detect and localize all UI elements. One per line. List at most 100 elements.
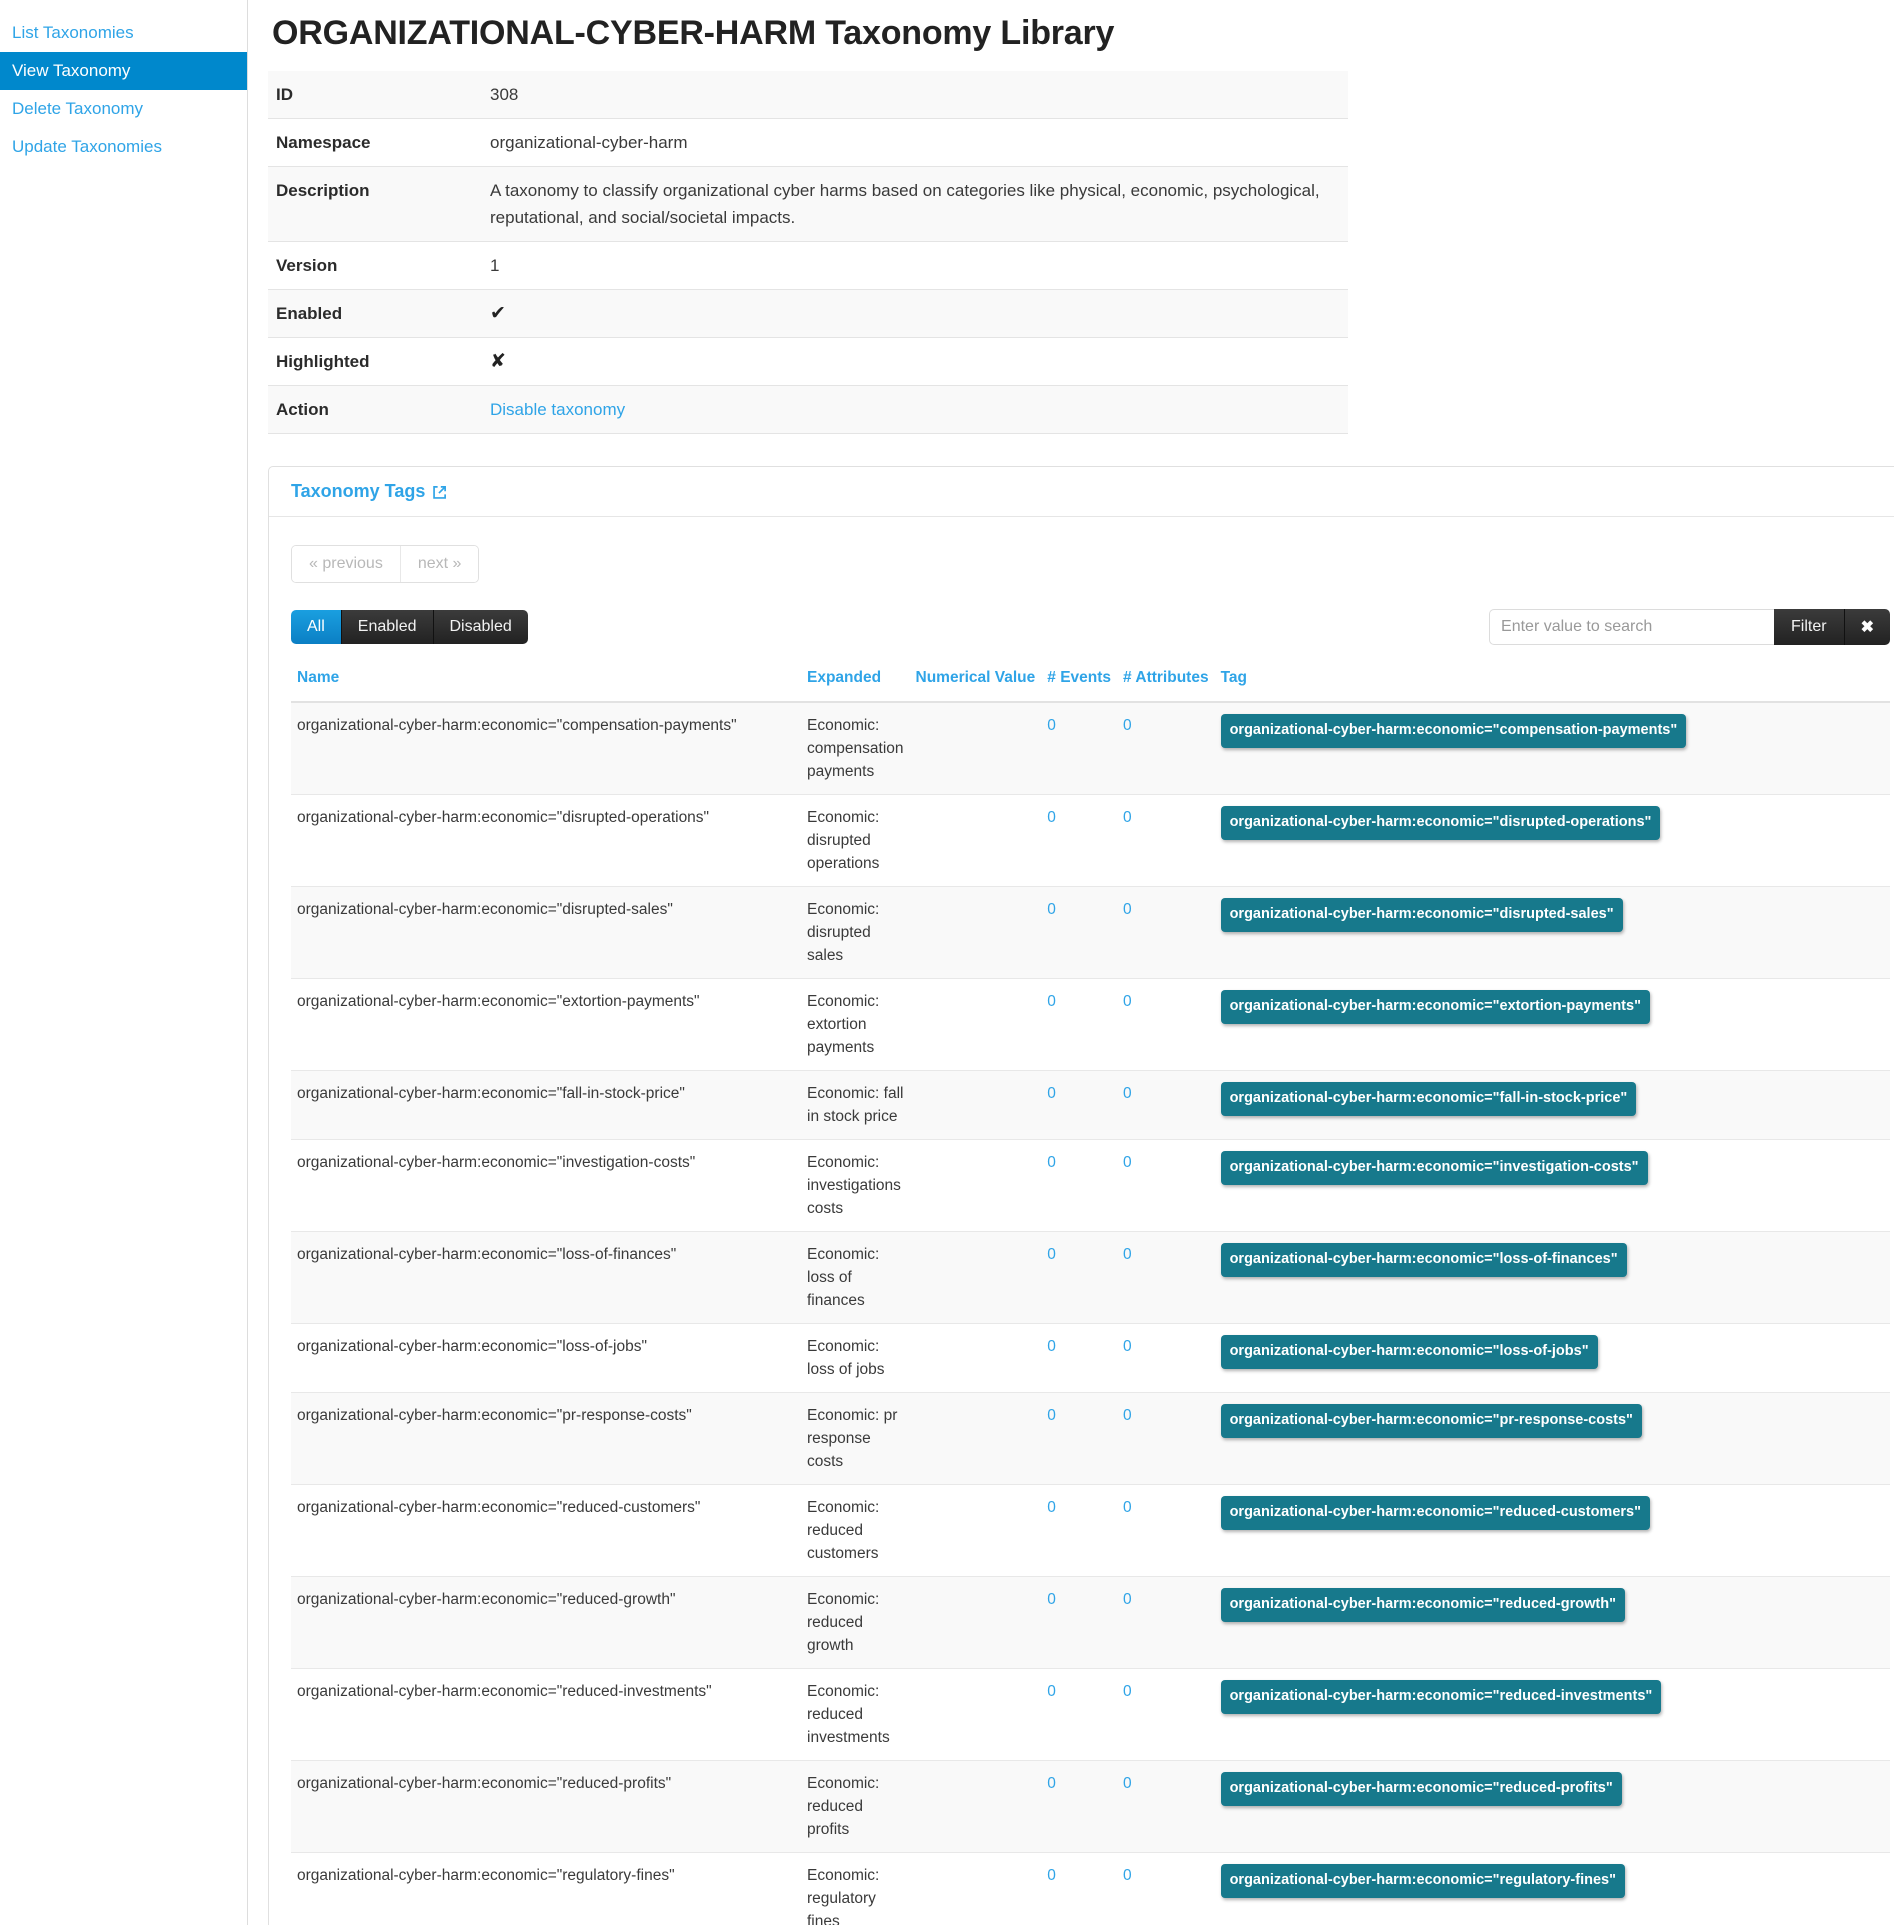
cell-name: organizational-cyber-harm:economic="loss… bbox=[291, 1232, 801, 1324]
tag-badge[interactable]: organizational-cyber-harm:economic="loss… bbox=[1221, 1335, 1598, 1369]
clear-filter-button[interactable]: ✖ bbox=[1845, 609, 1890, 645]
cell-numerical-value bbox=[910, 1577, 1042, 1669]
attributes-count-link[interactable]: 0 bbox=[1123, 1154, 1132, 1171]
tag-badge[interactable]: organizational-cyber-harm:economic="exto… bbox=[1221, 990, 1650, 1024]
events-count-link[interactable]: 0 bbox=[1047, 1775, 1056, 1792]
sidebar-item-list-taxonomies[interactable]: List Taxonomies bbox=[0, 14, 247, 52]
attributes-count-link[interactable]: 0 bbox=[1123, 1407, 1132, 1424]
column-header-name[interactable]: Name bbox=[291, 663, 801, 702]
tag-badge[interactable]: organizational-cyber-harm:economic="redu… bbox=[1221, 1772, 1622, 1806]
cell-numerical-value bbox=[910, 702, 1042, 795]
cell-attributes: 0 bbox=[1117, 979, 1215, 1071]
column-header-attributes[interactable]: # Attributes bbox=[1117, 663, 1215, 702]
cell-tag: organizational-cyber-harm:economic="loss… bbox=[1215, 1232, 1890, 1324]
attributes-count-link[interactable]: 0 bbox=[1123, 1591, 1132, 1608]
events-count-link[interactable]: 0 bbox=[1047, 1246, 1056, 1263]
attributes-count-link[interactable]: 0 bbox=[1123, 1499, 1132, 1516]
cell-expanded: Economic: reduced customers bbox=[801, 1485, 910, 1577]
next-page-button[interactable]: next » bbox=[401, 546, 479, 582]
filter-button[interactable]: Filter bbox=[1774, 609, 1845, 645]
cell-tag: organizational-cyber-harm:economic="fall… bbox=[1215, 1071, 1890, 1140]
events-count-link[interactable]: 0 bbox=[1047, 809, 1056, 826]
attributes-count-link[interactable]: 0 bbox=[1123, 717, 1132, 734]
tag-badge[interactable]: organizational-cyber-harm:economic="loss… bbox=[1221, 1243, 1627, 1277]
events-count-link[interactable]: 0 bbox=[1047, 1154, 1056, 1171]
cell-events: 0 bbox=[1041, 1393, 1117, 1485]
cell-numerical-value bbox=[910, 1485, 1042, 1577]
pagination: « previous next » bbox=[291, 545, 479, 583]
info-row-value-cell: organizational-cyber-harm bbox=[482, 119, 1348, 167]
column-header-tag[interactable]: Tag bbox=[1215, 663, 1890, 702]
table-row: organizational-cyber-harm:economic="redu… bbox=[291, 1669, 1890, 1761]
cell-attributes: 0 bbox=[1117, 1393, 1215, 1485]
column-header-expanded[interactable]: Expanded bbox=[801, 663, 910, 702]
tag-badge[interactable]: organizational-cyber-harm:economic="comp… bbox=[1221, 714, 1687, 748]
table-row: organizational-cyber-harm:economic="comp… bbox=[291, 702, 1890, 795]
events-count-link[interactable]: 0 bbox=[1047, 1683, 1056, 1700]
events-count-link[interactable]: 0 bbox=[1047, 1338, 1056, 1355]
cell-name: organizational-cyber-harm:economic="disr… bbox=[291, 795, 801, 887]
filter-segment-enabled[interactable]: Enabled bbox=[342, 610, 434, 644]
cell-events: 0 bbox=[1041, 1853, 1117, 1925]
cell-attributes: 0 bbox=[1117, 887, 1215, 979]
info-row-value-cell: A taxonomy to classify organizational cy… bbox=[482, 167, 1348, 242]
attributes-count-link[interactable]: 0 bbox=[1123, 1775, 1132, 1792]
tag-badge[interactable]: organizational-cyber-harm:economic="redu… bbox=[1221, 1680, 1662, 1714]
tag-badge[interactable]: organizational-cyber-harm:economic="regu… bbox=[1221, 1864, 1625, 1898]
events-count-link[interactable]: 0 bbox=[1047, 1499, 1056, 1516]
column-header-events[interactable]: # Events bbox=[1041, 663, 1117, 702]
cell-attributes: 0 bbox=[1117, 1071, 1215, 1140]
cell-name: organizational-cyber-harm:economic="redu… bbox=[291, 1485, 801, 1577]
table-row: organizational-cyber-harm:economic="fall… bbox=[291, 1071, 1890, 1140]
attributes-count-link[interactable]: 0 bbox=[1123, 993, 1132, 1010]
attributes-count-link[interactable]: 0 bbox=[1123, 1867, 1132, 1884]
taxonomy-tags-panel: Taxonomy Tags « previous next » bbox=[268, 466, 1894, 1925]
cell-numerical-value bbox=[910, 1853, 1042, 1925]
tag-badge[interactable]: organizational-cyber-harm:economic="fall… bbox=[1221, 1082, 1637, 1116]
info-row-value-action[interactable]: Disable taxonomy bbox=[482, 386, 1348, 434]
events-count-link[interactable]: 0 bbox=[1047, 1407, 1056, 1424]
tag-badge[interactable]: organizational-cyber-harm:economic="redu… bbox=[1221, 1496, 1650, 1530]
tag-badge[interactable]: organizational-cyber-harm:economic="disr… bbox=[1221, 898, 1623, 932]
cell-tag: organizational-cyber-harm:economic="regu… bbox=[1215, 1853, 1890, 1925]
attributes-count-link[interactable]: 0 bbox=[1123, 901, 1132, 918]
sidebar-item-view-taxonomy[interactable]: View Taxonomy bbox=[0, 52, 247, 90]
events-count-link[interactable]: 0 bbox=[1047, 717, 1056, 734]
page-title: ORGANIZATIONAL-CYBER-HARM Taxonomy Libra… bbox=[272, 14, 1864, 53]
table-row: organizational-cyber-harm:economic="disr… bbox=[291, 887, 1890, 979]
sidebar-item-update-taxonomies[interactable]: Update Taxonomies bbox=[0, 128, 247, 166]
tag-badge[interactable]: organizational-cyber-harm:economic="inve… bbox=[1221, 1151, 1648, 1185]
cell-attributes: 0 bbox=[1117, 1232, 1215, 1324]
previous-page-button[interactable]: « previous bbox=[292, 546, 401, 582]
search-input[interactable] bbox=[1489, 609, 1774, 645]
table-row: organizational-cyber-harm:economic="exto… bbox=[291, 979, 1890, 1071]
cell-expanded: Economic: investigations costs bbox=[801, 1140, 910, 1232]
events-count-link[interactable]: 0 bbox=[1047, 1591, 1056, 1608]
attributes-count-link[interactable]: 0 bbox=[1123, 1338, 1132, 1355]
attributes-count-link[interactable]: 0 bbox=[1123, 1246, 1132, 1263]
cell-expanded: Economic: pr response costs bbox=[801, 1393, 910, 1485]
column-header-numerical-value[interactable]: Numerical Value bbox=[910, 663, 1042, 702]
sidebar-item-delete-taxonomy[interactable]: Delete Taxonomy bbox=[0, 90, 247, 128]
tag-badge[interactable]: organizational-cyber-harm:economic="disr… bbox=[1221, 806, 1661, 840]
events-count-link[interactable]: 0 bbox=[1047, 1085, 1056, 1102]
tag-badge[interactable]: organizational-cyber-harm:economic="pr-r… bbox=[1221, 1404, 1642, 1438]
info-row-key: ID bbox=[268, 71, 482, 119]
sidebar: List TaxonomiesView TaxonomyDelete Taxon… bbox=[0, 0, 248, 1925]
taxonomy-tags-link[interactable]: Taxonomy Tags bbox=[291, 481, 447, 502]
attributes-count-link[interactable]: 0 bbox=[1123, 809, 1132, 826]
filter-segment-disabled[interactable]: Disabled bbox=[434, 610, 528, 644]
attributes-count-link[interactable]: 0 bbox=[1123, 1683, 1132, 1700]
tag-badge[interactable]: organizational-cyber-harm:economic="redu… bbox=[1221, 1588, 1625, 1622]
cell-events: 0 bbox=[1041, 1324, 1117, 1393]
events-count-link[interactable]: 0 bbox=[1047, 901, 1056, 918]
cell-attributes: 0 bbox=[1117, 795, 1215, 887]
filter-segment-all[interactable]: All bbox=[291, 610, 342, 644]
attributes-count-link[interactable]: 0 bbox=[1123, 1085, 1132, 1102]
events-count-link[interactable]: 0 bbox=[1047, 1867, 1056, 1884]
cell-tag: organizational-cyber-harm:economic="exto… bbox=[1215, 979, 1890, 1071]
cell-tag: organizational-cyber-harm:economic="pr-r… bbox=[1215, 1393, 1890, 1485]
events-count-link[interactable]: 0 bbox=[1047, 993, 1056, 1010]
disable-taxonomy-link[interactable]: Disable taxonomy bbox=[490, 400, 625, 419]
check-icon: ✔ bbox=[490, 303, 506, 324]
